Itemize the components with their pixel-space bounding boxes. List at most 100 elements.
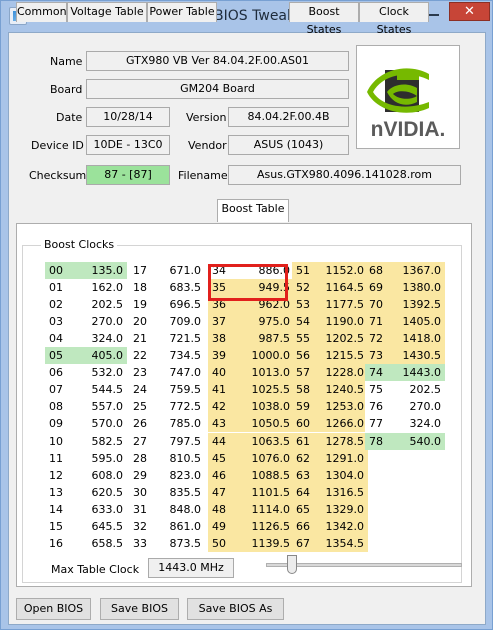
clock-value-cell[interactable]: 1329.0	[324, 501, 368, 518]
clock-value-cell[interactable]: 1013.0	[240, 364, 294, 381]
date-field[interactable]: 10/28/14	[86, 107, 170, 127]
clock-value-cell[interactable]: 696.5	[161, 296, 205, 313]
clock-value-cell[interactable]: 1253.0	[324, 398, 368, 415]
tab-boost-states[interactable]: Boost States	[289, 2, 359, 36]
clock-value-cell[interactable]: 1038.0	[240, 398, 294, 415]
clock-value-cell[interactable]: 324.0	[73, 330, 127, 347]
clock-value-cell[interactable]: 987.5	[240, 330, 294, 347]
clock-value-cell[interactable]: 1304.0	[324, 467, 368, 484]
clock-value-cell[interactable]: 557.0	[73, 398, 127, 415]
clock-value-cell[interactable]: 734.5	[161, 347, 205, 364]
clock-value-cell[interactable]: 797.5	[161, 433, 205, 450]
open-bios-button[interactable]: Open BIOS	[16, 598, 91, 620]
clock-value-cell[interactable]: 1050.5	[240, 415, 294, 432]
clock-value-cell[interactable]: 1418.0	[393, 330, 445, 347]
clock-value-cell[interactable]: 270.0	[393, 398, 445, 415]
clock-value-cell[interactable]: 709.0	[161, 313, 205, 330]
clock-value-cell[interactable]: 1405.0	[393, 313, 445, 330]
filename-field[interactable]: Asus.GTX980.4096.141028.rom	[228, 165, 461, 185]
clock-value-cell[interactable]: 1126.5	[240, 518, 294, 535]
clock-value-cell[interactable]: 1164.5	[324, 279, 368, 296]
clock-value-cell[interactable]: 1380.0	[393, 279, 445, 296]
save-bios-button[interactable]: Save BIOS	[100, 598, 179, 620]
clock-value-cell[interactable]: 1392.5	[393, 296, 445, 313]
clock-value-cell[interactable]: 1202.5	[324, 330, 368, 347]
vendor-field[interactable]: ASUS (1043)	[228, 135, 349, 155]
max-table-clock-field[interactable]: 1443.0 MHz	[148, 558, 234, 578]
clock-value-cell[interactable]: 532.0	[73, 364, 127, 381]
clock-value-cell[interactable]: 785.0	[161, 415, 205, 432]
clock-value-cell[interactable]: 324.0	[393, 415, 445, 432]
clock-value-cell[interactable]: 620.5	[73, 484, 127, 501]
clock-value-cell[interactable]: 570.0	[73, 415, 127, 432]
version-field[interactable]: 84.04.2F.00.4B	[228, 107, 349, 127]
pstate-index: 67	[292, 535, 324, 552]
clock-value-cell[interactable]: 270.0	[73, 313, 127, 330]
clock-value-cell[interactable]: 544.5	[73, 381, 127, 398]
clock-value-cell[interactable]: 1367.0	[393, 262, 445, 279]
tab-common[interactable]: Common	[16, 2, 67, 22]
clock-value-cell[interactable]: 1063.5	[240, 433, 294, 450]
clock-value-cell[interactable]: 608.0	[73, 467, 127, 484]
clock-value-cell[interactable]: 1088.5	[240, 467, 294, 484]
clock-value-cell[interactable]: 582.5	[73, 433, 127, 450]
clock-value-cell[interactable]: 1114.0	[240, 501, 294, 518]
clock-value-cell[interactable]: 1291.0	[324, 450, 368, 467]
clock-value-cell[interactable]: 1177.5	[324, 296, 368, 313]
clock-value-cell[interactable]: 1354.5	[324, 535, 368, 552]
clock-value-cell[interactable]: 162.0	[73, 279, 127, 296]
clock-value-cell[interactable]: 1430.5	[393, 347, 445, 364]
clock-value-cell[interactable]: 202.5	[393, 381, 445, 398]
clock-value-cell[interactable]: 1316.5	[324, 484, 368, 501]
tab-power-table[interactable]: Power Table	[147, 2, 217, 22]
close-button[interactable]: ✕	[449, 2, 490, 21]
clock-value-cell[interactable]: 1076.0	[240, 450, 294, 467]
clock-value-cell[interactable]: 721.5	[161, 330, 205, 347]
max-clock-slider-thumb[interactable]	[287, 555, 297, 574]
clock-value-cell[interactable]: 595.0	[73, 450, 127, 467]
pstate-index: 75	[365, 381, 393, 398]
board-field[interactable]: GM204 Board	[86, 79, 349, 99]
device-id-field[interactable]: 10DE - 13C0	[86, 135, 170, 155]
clock-value-cell[interactable]: 1443.0	[393, 364, 445, 381]
name-field[interactable]: GTX980 VB Ver 84.04.2F.00.AS01	[86, 51, 349, 71]
pstate-index: 21	[129, 330, 161, 347]
clock-value-cell[interactable]: 759.5	[161, 381, 205, 398]
clock-value-cell[interactable]: 683.5	[161, 279, 205, 296]
clock-value-cell[interactable]: 202.5	[73, 296, 127, 313]
clock-value-cell[interactable]: 772.5	[161, 398, 205, 415]
clock-value-cell[interactable]: 873.5	[161, 535, 205, 552]
clock-value-cell[interactable]: 671.0	[161, 262, 205, 279]
clock-value-cell[interactable]: 1101.5	[240, 484, 294, 501]
clock-value-cell[interactable]: 645.5	[73, 518, 127, 535]
tab-voltage-table[interactable]: Voltage Table	[67, 2, 147, 22]
save-bios-as-button[interactable]: Save BIOS As	[187, 598, 284, 620]
clock-value-cell[interactable]: 1342.0	[324, 518, 368, 535]
clock-value-cell[interactable]: 405.0	[73, 347, 127, 364]
clock-value-cell[interactable]: 848.0	[161, 501, 205, 518]
clock-value-cell[interactable]: 747.0	[161, 364, 205, 381]
clock-value-cell[interactable]: 1152.0	[324, 262, 368, 279]
clock-value-cell[interactable]: 810.5	[161, 450, 205, 467]
clock-value-cell[interactable]: 1190.0	[324, 313, 368, 330]
clock-value-cell[interactable]: 1000.0	[240, 347, 294, 364]
clock-value-cell[interactable]: 658.5	[73, 535, 127, 552]
clock-value-cell[interactable]: 975.0	[240, 313, 294, 330]
clock-value-cell[interactable]: 540.0	[393, 433, 445, 450]
clock-value-cell[interactable]: 1215.5	[324, 347, 368, 364]
clock-value-cell[interactable]: 823.0	[161, 467, 205, 484]
clock-value-cell[interactable]: 1278.5	[324, 433, 368, 450]
checksum-field[interactable]: 87 - [87]	[86, 165, 170, 185]
clock-value-cell[interactable]: 1240.5	[324, 381, 368, 398]
tab-clock-states[interactable]: Clock States	[359, 2, 429, 36]
clock-value-cell[interactable]: 1139.5	[240, 535, 294, 552]
clock-value-cell[interactable]: 633.0	[73, 501, 127, 518]
clock-value-cell[interactable]: 861.0	[161, 518, 205, 535]
clock-value-cell[interactable]: 1228.0	[324, 364, 368, 381]
clock-value-cell[interactable]: 1266.0	[324, 415, 368, 432]
clock-value-cell[interactable]: 1025.5	[240, 381, 294, 398]
tab-boost-table[interactable]: Boost Table	[217, 199, 289, 222]
clock-value-cell[interactable]: 835.5	[161, 484, 205, 501]
clock-value-cell[interactable]: 135.0	[73, 262, 127, 279]
pstate-index: 17	[129, 262, 161, 279]
